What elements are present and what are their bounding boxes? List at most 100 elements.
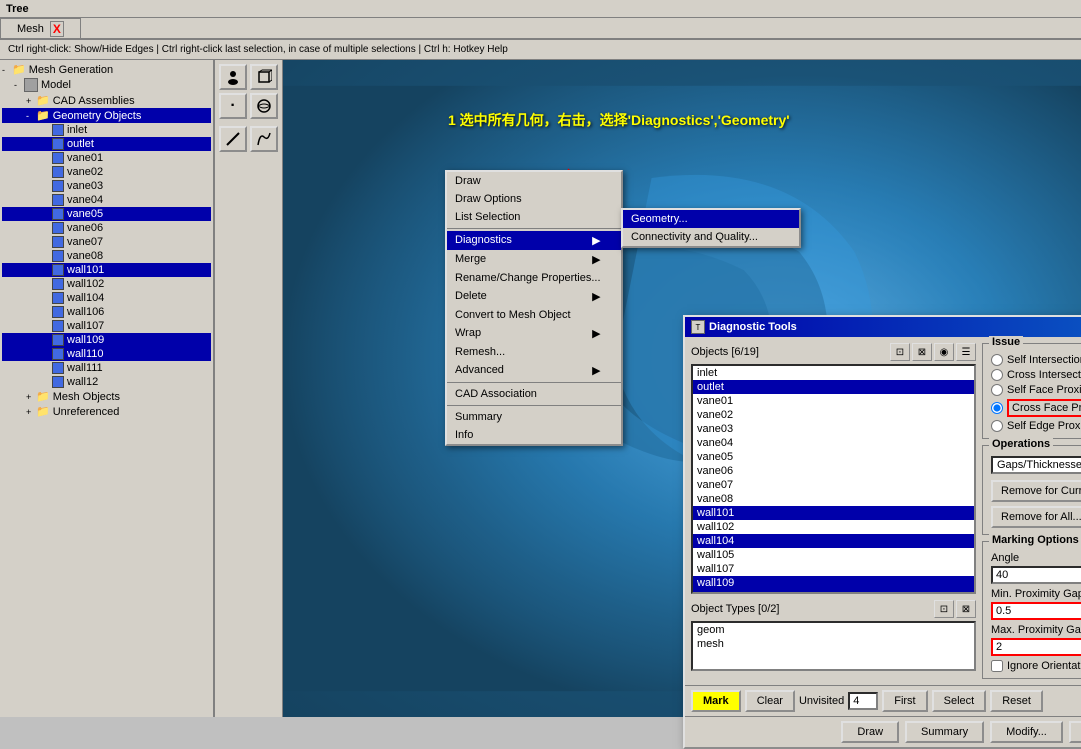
reset-button[interactable]: Reset (990, 690, 1043, 712)
list-item[interactable]: vane03 (693, 422, 974, 436)
toolbar-btn-sphere[interactable] (250, 93, 278, 119)
close-bottom-btn[interactable]: Close (1069, 721, 1081, 743)
tree-item-outlet[interactable]: outlet (2, 137, 211, 151)
tree-item-wall106[interactable]: wall106 (2, 305, 211, 319)
list-item[interactable]: vane02 (693, 408, 974, 422)
list-item[interactable]: wall102 (693, 520, 974, 534)
radio-self-intersect[interactable]: Self Intersections (991, 354, 1081, 366)
tree-item-wall102[interactable]: wall102 (2, 277, 211, 291)
list-item[interactable]: wall10 (693, 590, 974, 594)
list-item[interactable]: wall109 (693, 576, 974, 590)
min-gap-input[interactable] (991, 602, 1081, 620)
tree-item-vane08[interactable]: vane08 (2, 249, 211, 263)
list-item[interactable]: outlet (693, 380, 974, 394)
tree-item-cad[interactable]: + 📁 CAD Assemblies (2, 93, 211, 108)
radio-self-intersect-input[interactable] (991, 354, 1003, 366)
tree-item-wall109[interactable]: wall109 (2, 333, 211, 347)
tree-item-model[interactable]: - Model (2, 77, 211, 93)
radio-cross-face-input[interactable] (991, 402, 1003, 414)
list-item[interactable]: vane08 (693, 492, 974, 506)
list-item[interactable]: vane07 (693, 478, 974, 492)
tree-item-vane05[interactable]: vane05 (2, 207, 211, 221)
remove-all-btn[interactable]: Remove for All... (991, 506, 1081, 528)
obj-type-btn-1[interactable]: ⊡ (934, 600, 954, 618)
menu-item-info[interactable]: Info (447, 426, 621, 444)
angle-input[interactable] (991, 566, 1081, 584)
menu-item-draw-options[interactable]: Draw Options (447, 190, 621, 208)
list-item[interactable]: wall107 (693, 562, 974, 576)
list-item[interactable]: wall101 (693, 506, 974, 520)
menu-item-summary[interactable]: Summary (447, 408, 621, 426)
tree-item-wall104[interactable]: wall104 (2, 291, 211, 305)
submenu-item-connectivity[interactable]: Connectivity and Quality... (623, 228, 799, 246)
clear-button[interactable]: Clear (745, 690, 795, 712)
list-item-mesh[interactable]: mesh (693, 637, 974, 651)
toolbar-btn-2[interactable] (250, 64, 278, 90)
tree-item-vane06[interactable]: vane06 (2, 221, 211, 235)
tree-item-mesh-gen[interactable]: - 📁 Mesh Generation (2, 62, 211, 77)
unvisited-count-input[interactable] (848, 692, 878, 710)
ops-dropdown[interactable]: Gaps/Thicknesses (991, 456, 1081, 474)
toolbar-btn-line[interactable] (219, 126, 247, 152)
menu-item-draw[interactable]: Draw (447, 172, 621, 190)
tree-item-wall107[interactable]: wall107 (2, 319, 211, 333)
mark-button[interactable]: Mark (691, 690, 741, 712)
menu-item-wrap[interactable]: Wrap ▶ (447, 324, 621, 343)
tree-item-vane01[interactable]: vane01 (2, 151, 211, 165)
toolbar-btn-curve[interactable] (250, 126, 278, 152)
radio-self-face[interactable]: Self Face Proximity (991, 384, 1081, 396)
obj-toolbar-btn-2[interactable]: ⊠ (912, 343, 932, 361)
tab-close-icon[interactable]: X (50, 21, 64, 37)
obj-toolbar-btn-1[interactable]: ⊡ (890, 343, 910, 361)
ignore-orientation-cb[interactable]: Ignore Orientation (991, 660, 1081, 672)
radio-cross-intersect[interactable]: Cross Intersections (991, 369, 1081, 381)
max-gap-input[interactable] (991, 638, 1081, 656)
tree-item-wall101[interactable]: wall101 (2, 263, 211, 277)
menu-item-convert[interactable]: Convert to Mesh Object (447, 306, 621, 324)
tree-item-vane07[interactable]: vane07 (2, 235, 211, 249)
submenu-item-geometry[interactable]: Geometry... (623, 210, 799, 228)
toolbar-btn-dot[interactable]: · (219, 93, 247, 119)
list-item[interactable]: wall104 (693, 534, 974, 548)
objects-listbox[interactable]: inlet outlet vane01 vane02 vane03 vane04… (691, 364, 976, 594)
menu-item-rename[interactable]: Rename/Change Properties... (447, 269, 621, 287)
modify-bottom-btn[interactable]: Modify... (990, 721, 1063, 743)
tree-item-inlet[interactable]: inlet (2, 123, 211, 137)
tree-item-wall12[interactable]: wall12 (2, 375, 211, 389)
tree-item-mesh-obj[interactable]: + 📁 Mesh Objects (2, 389, 211, 404)
obj-toolbar-btn-3[interactable]: ◉ (934, 343, 954, 361)
radio-self-face-input[interactable] (991, 384, 1003, 396)
list-item[interactable]: wall105 (693, 548, 974, 562)
remove-current-btn[interactable]: Remove for Current... (991, 480, 1081, 502)
tree-item-wall110[interactable]: wall110 (2, 347, 211, 361)
radio-cross-face[interactable]: Cross Face Proximity (991, 399, 1081, 417)
menu-item-merge[interactable]: Merge ▶ (447, 250, 621, 269)
obj-toolbar-btn-4[interactable]: ☰ (956, 343, 976, 361)
tab-mesh[interactable]: Mesh X (0, 18, 81, 38)
list-item[interactable]: vane05 (693, 450, 974, 464)
toolbar-btn-1[interactable] (219, 64, 247, 90)
menu-item-diagnostics[interactable]: Diagnostics ▶ (447, 231, 621, 250)
obj-types-listbox[interactable]: geom mesh (691, 621, 976, 671)
summary-bottom-btn[interactable]: Summary (905, 721, 984, 743)
menu-item-remesh[interactable]: Remesh... (447, 343, 621, 361)
tree-item-vane02[interactable]: vane02 (2, 165, 211, 179)
list-item[interactable]: vane01 (693, 394, 974, 408)
draw-bottom-btn[interactable]: Draw (841, 721, 899, 743)
radio-self-edge[interactable]: Self Edge Proximity (991, 420, 1081, 432)
radio-self-edge-input[interactable] (991, 420, 1003, 432)
list-item[interactable]: vane06 (693, 464, 974, 478)
list-item[interactable]: inlet (693, 366, 974, 380)
menu-item-advanced[interactable]: Advanced ▶ (447, 361, 621, 380)
list-item-geom[interactable]: geom (693, 623, 974, 637)
ignore-orientation-input[interactable] (991, 660, 1003, 672)
menu-item-delete[interactable]: Delete ▶ (447, 287, 621, 306)
menu-item-list-selection[interactable]: List Selection (447, 208, 621, 226)
tree-item-wall111[interactable]: wall111 (2, 361, 211, 375)
obj-type-btn-2[interactable]: ⊠ (956, 600, 976, 618)
tree-item-vane04[interactable]: vane04 (2, 193, 211, 207)
select-button[interactable]: Select (932, 690, 987, 712)
menu-item-cad-assoc[interactable]: CAD Association (447, 385, 621, 403)
tree-item-geo[interactable]: - 📁 Geometry Objects (2, 108, 211, 123)
list-item[interactable]: vane04 (693, 436, 974, 450)
